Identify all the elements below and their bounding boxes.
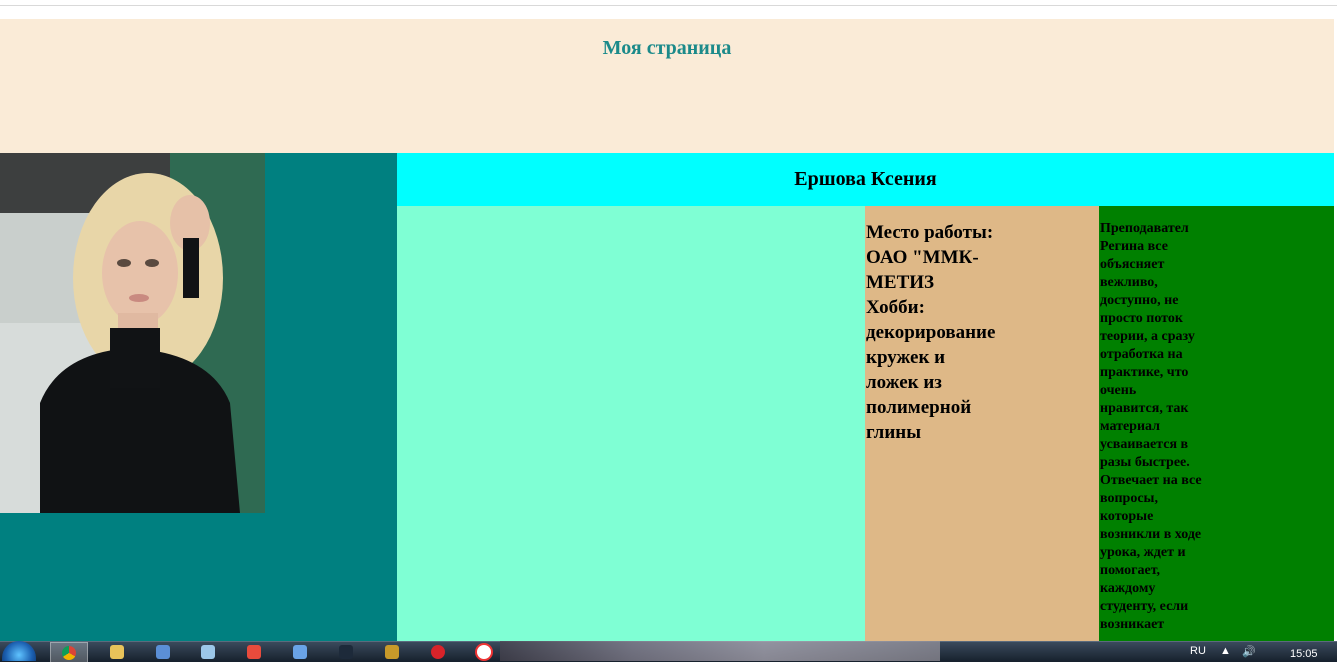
profile-photo bbox=[0, 153, 265, 513]
taskbar-wallpaper-strip bbox=[500, 641, 940, 661]
review-line: урока, ждет и bbox=[1100, 545, 1186, 560]
info-line: ложек из bbox=[866, 372, 942, 393]
tray-expand-icon[interactable]: ▲ bbox=[1220, 645, 1231, 657]
opera-icon bbox=[431, 644, 445, 659]
review-text: Преподавател Регина все объясняет вежлив… bbox=[1100, 220, 1220, 634]
network-taskbar-button[interactable] bbox=[190, 642, 226, 661]
review-line: просто поток bbox=[1100, 311, 1183, 326]
review-line: возникли в ходе bbox=[1100, 527, 1202, 542]
language-indicator[interactable]: RU bbox=[1190, 645, 1206, 657]
volume-icon[interactable]: 🔊 bbox=[1242, 645, 1256, 658]
shield-taskbar-button[interactable] bbox=[374, 642, 410, 661]
review-line: очень bbox=[1100, 383, 1137, 398]
review-line: вопросы, bbox=[1100, 491, 1158, 506]
review-line: практике, что bbox=[1100, 365, 1189, 380]
review-line: студенту, если bbox=[1100, 599, 1189, 614]
review-line: которые bbox=[1100, 509, 1154, 524]
shield-icon bbox=[385, 644, 399, 659]
review-line: Преподавател bbox=[1100, 221, 1189, 236]
profile-name: Ершова Ксения bbox=[794, 168, 937, 190]
page-title: Моя страница bbox=[602, 37, 732, 59]
mail-icon bbox=[293, 644, 307, 659]
content-panel bbox=[397, 206, 865, 643]
review-line: теории, а сразу bbox=[1100, 329, 1195, 344]
review-line: вежливо, bbox=[1100, 275, 1158, 290]
opera-taskbar-button[interactable] bbox=[420, 642, 456, 661]
explorer-taskbar-button[interactable] bbox=[99, 642, 135, 661]
info-text: Место работы: ОАО "ММК- МЕТИЗ Хобби: дек… bbox=[866, 220, 1026, 445]
yandex-browser-icon bbox=[247, 644, 261, 659]
review-line: усваивается в bbox=[1100, 437, 1189, 452]
info-line: ОАО "ММК- bbox=[866, 247, 979, 268]
review-line: материал bbox=[1100, 419, 1160, 434]
media-player-icon bbox=[156, 644, 170, 659]
review-panel: Преподавател Регина все объясняет вежлив… bbox=[1099, 206, 1334, 643]
network-icon bbox=[201, 644, 215, 659]
review-line: Отвечает на все bbox=[1100, 473, 1202, 488]
media-player-taskbar-button[interactable] bbox=[145, 642, 181, 661]
info-panel: Место работы: ОАО "ММК- МЕТИЗ Хобби: дек… bbox=[865, 206, 1099, 643]
name-bar: Ершова Ксения bbox=[397, 153, 1334, 206]
info-line: Место работы: bbox=[866, 222, 994, 243]
chrome-taskbar-button[interactable] bbox=[50, 642, 88, 662]
review-line: доступно, не bbox=[1100, 293, 1179, 308]
yandex-browser-taskbar-button[interactable] bbox=[236, 642, 272, 661]
info-line: Хобби: bbox=[866, 297, 925, 318]
terminal-taskbar-button[interactable] bbox=[328, 642, 364, 661]
info-line: МЕТИЗ bbox=[866, 272, 935, 293]
yandex-taskbar-button[interactable] bbox=[466, 642, 502, 661]
review-line: отработка на bbox=[1100, 347, 1183, 362]
mail-taskbar-button[interactable] bbox=[282, 642, 318, 661]
clock[interactable]: 15:05 bbox=[1290, 648, 1318, 660]
info-line: глины bbox=[866, 422, 922, 443]
review-line: каждому bbox=[1100, 581, 1156, 596]
info-line: кружек и bbox=[866, 347, 946, 368]
info-line: полимерной bbox=[866, 397, 972, 418]
review-line: помогает, bbox=[1100, 563, 1161, 578]
review-line: Регина все bbox=[1100, 239, 1168, 254]
profile-photo-image bbox=[0, 153, 265, 513]
folder-icon bbox=[110, 644, 124, 659]
review-line: возникает bbox=[1100, 617, 1165, 632]
review-line: объясняет bbox=[1100, 257, 1165, 272]
review-line: нравится, так bbox=[1100, 401, 1189, 416]
info-line: декорирование bbox=[866, 322, 996, 343]
page-header: Моя страница bbox=[0, 19, 1334, 153]
top-divider bbox=[0, 5, 1337, 6]
terminal-icon bbox=[339, 644, 353, 659]
chrome-icon bbox=[62, 645, 76, 660]
review-line: разы быстрее. bbox=[1100, 455, 1190, 470]
yandex-icon bbox=[475, 642, 493, 661]
